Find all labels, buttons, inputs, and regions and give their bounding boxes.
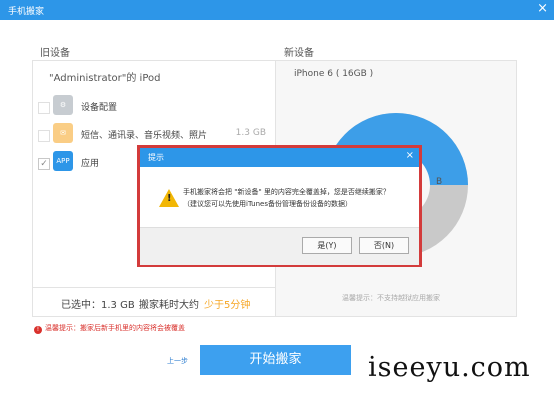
- overwrite-warning: ! 温馨提示：搬家后新手机里的内容将会被覆盖: [34, 323, 185, 334]
- watermark: iseeyu.com: [368, 352, 531, 383]
- donut-label: B: [436, 177, 443, 187]
- warning-mark: !: [167, 193, 172, 204]
- checkbox[interactable]: [38, 130, 50, 142]
- list-item-device-config[interactable]: ⚙ 设备配置: [33, 95, 276, 121]
- window-title: 手机搬家: [8, 7, 45, 17]
- start-migration-button[interactable]: 开始搬家: [200, 345, 351, 375]
- dialog-hint: （建议您可以先使用iTunes备份管理备份设备的数据）: [183, 200, 352, 208]
- title-bar: 手机搬家 ×: [0, 0, 554, 20]
- checkbox[interactable]: [38, 102, 50, 114]
- item-label: 短信、通讯录、音乐视频、照片: [81, 131, 208, 141]
- summary-bar: 已选中：1.3 GB 搬家耗时大约 少于5分钟: [33, 287, 276, 316]
- new-device-name: iPhone 6 ( 16GB ): [294, 69, 374, 79]
- item-label: 应用: [81, 159, 100, 169]
- dialog-body: ! 手机搬家将会把 "新设备" 里的内容完全覆盖掉，您是否继续搬家？ （建议您可…: [140, 167, 419, 227]
- checkbox-checked[interactable]: ✓: [38, 158, 50, 170]
- old-device-name: "Administrator"的 iPod: [49, 73, 161, 84]
- dialog-message: 手机搬家将会把 "新设备" 里的内容完全覆盖掉，您是否继续搬家？: [183, 188, 390, 196]
- new-device-heading: 新设备: [284, 48, 314, 59]
- warning-triangle-icon: !: [159, 189, 179, 207]
- migration-tip: 温馨提示：不支持越狱应用搬家: [342, 294, 440, 302]
- dialog-title-bar: 提示 ×: [140, 148, 419, 167]
- warning-text: 温馨提示：搬家后新手机里的内容将会被覆盖: [45, 324, 185, 332]
- yes-button[interactable]: 是(Y): [302, 237, 352, 254]
- message-icon: ✉: [53, 123, 73, 143]
- dialog-footer: 是(Y) 否(N): [140, 227, 419, 265]
- confirm-dialog: 提示 × ! 手机搬家将会把 "新设备" 里的内容完全覆盖掉，您是否继续搬家？ …: [137, 145, 422, 267]
- app-icon: APP: [53, 151, 73, 171]
- time-label: 搬家耗时大约: [139, 300, 199, 311]
- prev-step-link[interactable]: 上一步: [167, 356, 188, 366]
- selected-size: 已选中：1.3 GB: [61, 300, 135, 311]
- close-icon[interactable]: ×: [537, 1, 548, 16]
- warning-icon: !: [34, 326, 42, 334]
- no-button[interactable]: 否(N): [359, 237, 409, 254]
- item-label: 设备配置: [81, 103, 118, 113]
- dialog-title: 提示: [148, 153, 164, 162]
- gear-icon: ⚙: [53, 95, 73, 115]
- old-device-heading: 旧设备: [40, 48, 70, 59]
- dialog-close-icon[interactable]: ×: [406, 150, 414, 161]
- item-size: 1.3 GB: [235, 128, 266, 138]
- time-value: 少于5分钟: [204, 300, 251, 311]
